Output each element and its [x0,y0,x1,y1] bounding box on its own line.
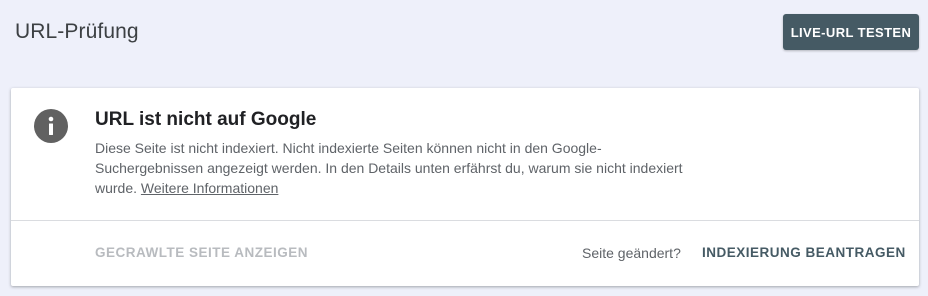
index-status-card: URL ist nicht auf Google Diese Seite ist… [11,88,919,286]
test-live-url-button[interactable]: LIVE-URL TESTEN [783,14,919,50]
page-changed-label: Seite geändert? [582,245,681,261]
url-inspection-page: URL-Prüfung LIVE-URL TESTEN URL ist nich… [0,0,928,296]
learn-more-link[interactable]: Weitere Informationen [141,180,278,196]
status-description: Diese Seite ist nicht indexiert. Nicht i… [95,138,685,198]
page-title: URL-Prüfung [15,20,139,43]
request-indexing-button[interactable]: INDEXIERUNG BEANTRAGEN [702,245,906,260]
view-crawled-page-button[interactable]: GECRAWLTE SEITE ANZEIGEN [95,245,308,260]
info-icon [34,109,68,143]
card-divider [11,220,919,221]
status-heading: URL ist nicht auf Google [95,109,317,130]
